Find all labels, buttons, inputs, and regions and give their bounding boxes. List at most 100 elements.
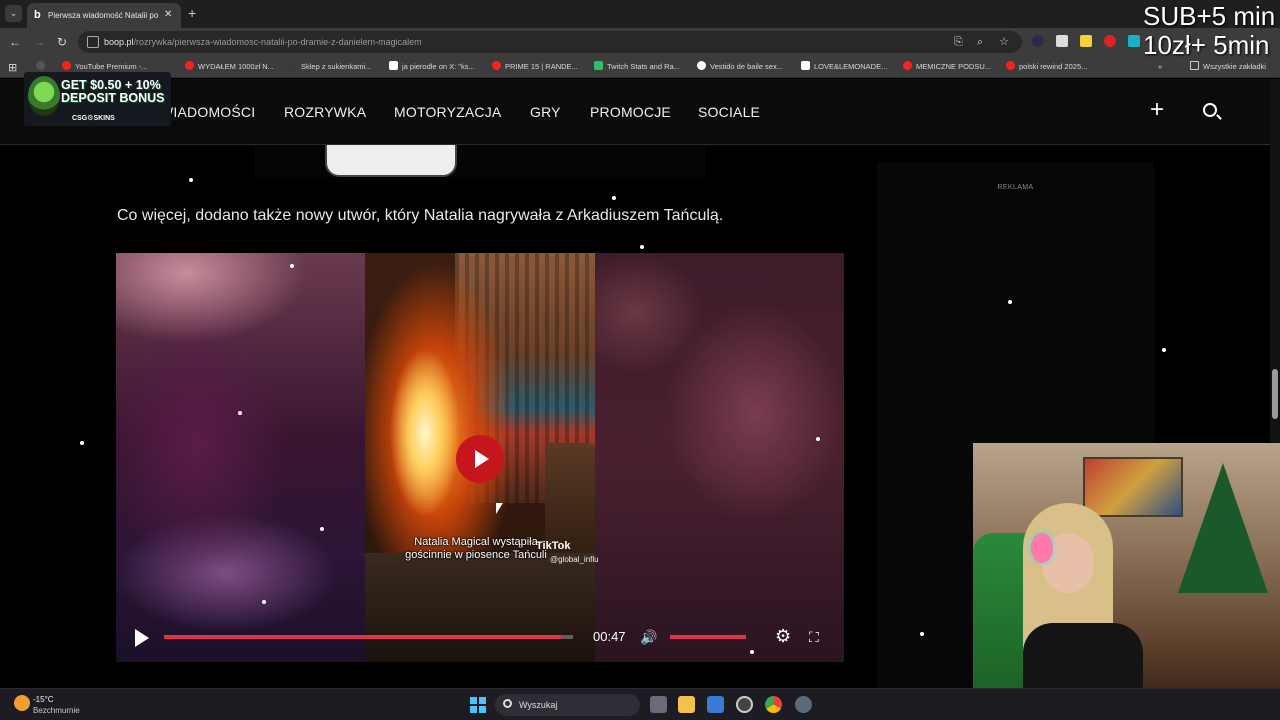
video-controls: 00:47 🔊 ⚙ ⛶ (116, 615, 844, 662)
bookmark-label: LOVE&LEMONADE... (814, 62, 888, 71)
plus-icon[interactable]: + (1150, 98, 1164, 122)
video-fire (365, 263, 525, 583)
snowflake (290, 264, 294, 268)
nav-item-sociale[interactable]: SOCIALE (698, 103, 760, 121)
video-blur-left (116, 253, 365, 662)
bookmark-icon[interactable] (36, 61, 49, 72)
big-play-button[interactable] (456, 435, 504, 483)
browser-tab-active[interactable]: b Pierwsza wiadomość Natalii po dramie z… (27, 3, 181, 28)
bookmark-label: PRIME 15 | RANDE... (505, 62, 578, 71)
volume-icon[interactable]: 🔊 (640, 629, 658, 645)
url-path: /rozrywka/pierwsza-wiadomosc-natalii-po-… (133, 37, 422, 47)
wall-painting (1083, 457, 1183, 517)
windows-start-icon[interactable] (470, 697, 486, 713)
all-bookmarks-folder[interactable]: Wszystkie zakładki (1190, 61, 1266, 72)
nav-item-rozrywka[interactable]: ROZRYWKA (284, 103, 366, 121)
snowflake (262, 600, 266, 604)
task-view-icon[interactable] (650, 696, 667, 713)
bookmark-item[interactable]: Vestido de baile sex... (697, 61, 783, 72)
bookmark-label: ja pierodle on X: "ks... (402, 62, 475, 71)
extension-icon[interactable] (1080, 35, 1092, 47)
more-bookmarks-icon[interactable]: » (1158, 61, 1162, 72)
snowflake (80, 441, 84, 445)
browser-tab-bar: ⌄ b Pierwsza wiadomość Natalii po dramie… (0, 0, 1280, 28)
overlay-line-donation: 10zł+ 5min (1143, 30, 1270, 60)
nav-item-gry[interactable]: GRY (530, 103, 561, 121)
youtube-icon (492, 61, 501, 70)
extension-icon[interactable] (1056, 35, 1068, 47)
close-tab-icon[interactable]: ✕ (164, 8, 172, 22)
s-icon (801, 61, 810, 70)
apps-grid-icon[interactable]: ⊞ (8, 60, 17, 76)
address-bar-row: ← → ↻ boop.pl/rozrywka/pierwsza-wiadomos… (0, 28, 1280, 56)
snowflake (238, 411, 242, 415)
article-paragraph: Co więcej, dodano także nowy utwór, któr… (117, 207, 724, 224)
back-arrow-icon[interactable]: ← (9, 34, 21, 50)
clock-app-icon[interactable] (736, 696, 753, 713)
bookmark-item[interactable]: PRIME 15 | RANDE... (492, 61, 578, 72)
new-tab-button[interactable]: + (188, 5, 196, 21)
extension-icon[interactable] (1032, 35, 1044, 47)
webcam-feed (973, 443, 1280, 720)
extension-icon[interactable] (1104, 35, 1116, 47)
search-icon (503, 699, 512, 708)
promo-banner: GET $0.50 + 10% DEPOSIT BONUS CSG⚙SKINS (24, 72, 171, 126)
video-player[interactable]: Natalia Magical wystąpiła gościnnie w pi… (116, 253, 844, 662)
install-app-icon[interactable]: ⎘ (954, 35, 963, 49)
snowflake (612, 196, 616, 200)
bookmark-star-icon[interactable]: ☆ (999, 35, 1009, 49)
bookmark-item[interactable]: YouTube Premium -... (62, 61, 147, 72)
weather-temperature[interactable]: -15°C (33, 695, 54, 705)
boop-favicon-icon: b (34, 9, 41, 21)
forward-arrow-icon[interactable]: → (33, 34, 45, 50)
progress-fill (164, 635, 561, 639)
fullscreen-icon[interactable]: ⛶ (809, 629, 826, 646)
nav-item-promocje[interactable]: PROMOCJE (590, 103, 671, 121)
bookmark-label: polski rewind 2025... (1019, 62, 1088, 71)
bookmark-item[interactable]: LOVE&LEMONADE... (801, 61, 887, 72)
bookmark-item[interactable]: MEMICZNE PODSU... (903, 61, 991, 72)
x-icon (389, 61, 398, 70)
site-info-icon[interactable] (87, 36, 99, 48)
tab-search-button[interactable]: ⌄ (5, 5, 22, 22)
bookmark-item[interactable]: Twitch Stats and Ra... (594, 61, 680, 72)
bookmark-item[interactable]: ja pierodle on X: "ks... (389, 61, 475, 72)
tiktok-username: @global_influ (550, 555, 599, 564)
globe-icon (697, 61, 706, 70)
snowflake (750, 650, 754, 654)
windows-taskbar: -15°C Bezchmurnie Wyszukaj (0, 688, 1280, 720)
volume-fill (670, 635, 746, 639)
cartoon-image (325, 145, 457, 177)
play-icon[interactable] (135, 629, 149, 647)
scrollbar-thumb[interactable] (1272, 369, 1278, 419)
bookmark-item[interactable]: polski rewind 2025... (1006, 61, 1087, 72)
bookmark-item[interactable]: WYDAŁEM 1000zł N... (185, 61, 274, 72)
nav-item-motoryzacja[interactable]: MOTORYZACJA (394, 103, 501, 121)
youtube-icon (185, 61, 194, 70)
taskbar-search[interactable]: Wyszukaj (495, 694, 640, 716)
stream-overlay-text: SUB+5 min 10zł+ 5min (1143, 2, 1275, 60)
search-icon[interactable] (1203, 103, 1217, 117)
reload-icon[interactable]: ↻ (57, 34, 67, 50)
bookmark-item[interactable]: Sklep z sukienkami... (288, 61, 371, 72)
extension-icon[interactable] (1128, 35, 1140, 47)
nav-item-wiadomosci[interactable]: WIADOMOŚCI (160, 103, 255, 121)
store-icon[interactable] (707, 696, 724, 713)
all-bookmarks-label: Wszystkie zakładki (1203, 62, 1266, 71)
settings-gear-icon[interactable]: ⚙ (775, 626, 791, 646)
url-field[interactable]: boop.pl/rozrywka/pierwsza-wiadomosc-nata… (78, 31, 1022, 53)
settings-icon[interactable] (795, 696, 812, 713)
weather-description[interactable]: Bezchmurnie (33, 706, 80, 716)
time-display: 00:47 (593, 629, 626, 644)
zoom-icon[interactable]: ⌕ (977, 35, 983, 49)
volume-slider[interactable] (670, 635, 746, 639)
promo-brand: CSG⚙SKINS (72, 115, 115, 122)
christmas-tree (1178, 463, 1268, 593)
weather-sun-icon[interactable] (14, 695, 30, 711)
file-explorer-icon[interactable] (678, 696, 695, 713)
overlay-line-sub: SUB+5 min (1143, 1, 1276, 31)
youtube-icon (1006, 61, 1015, 70)
mascot-image (28, 76, 60, 116)
chrome-icon[interactable] (765, 696, 782, 713)
progress-bar[interactable] (164, 635, 573, 639)
